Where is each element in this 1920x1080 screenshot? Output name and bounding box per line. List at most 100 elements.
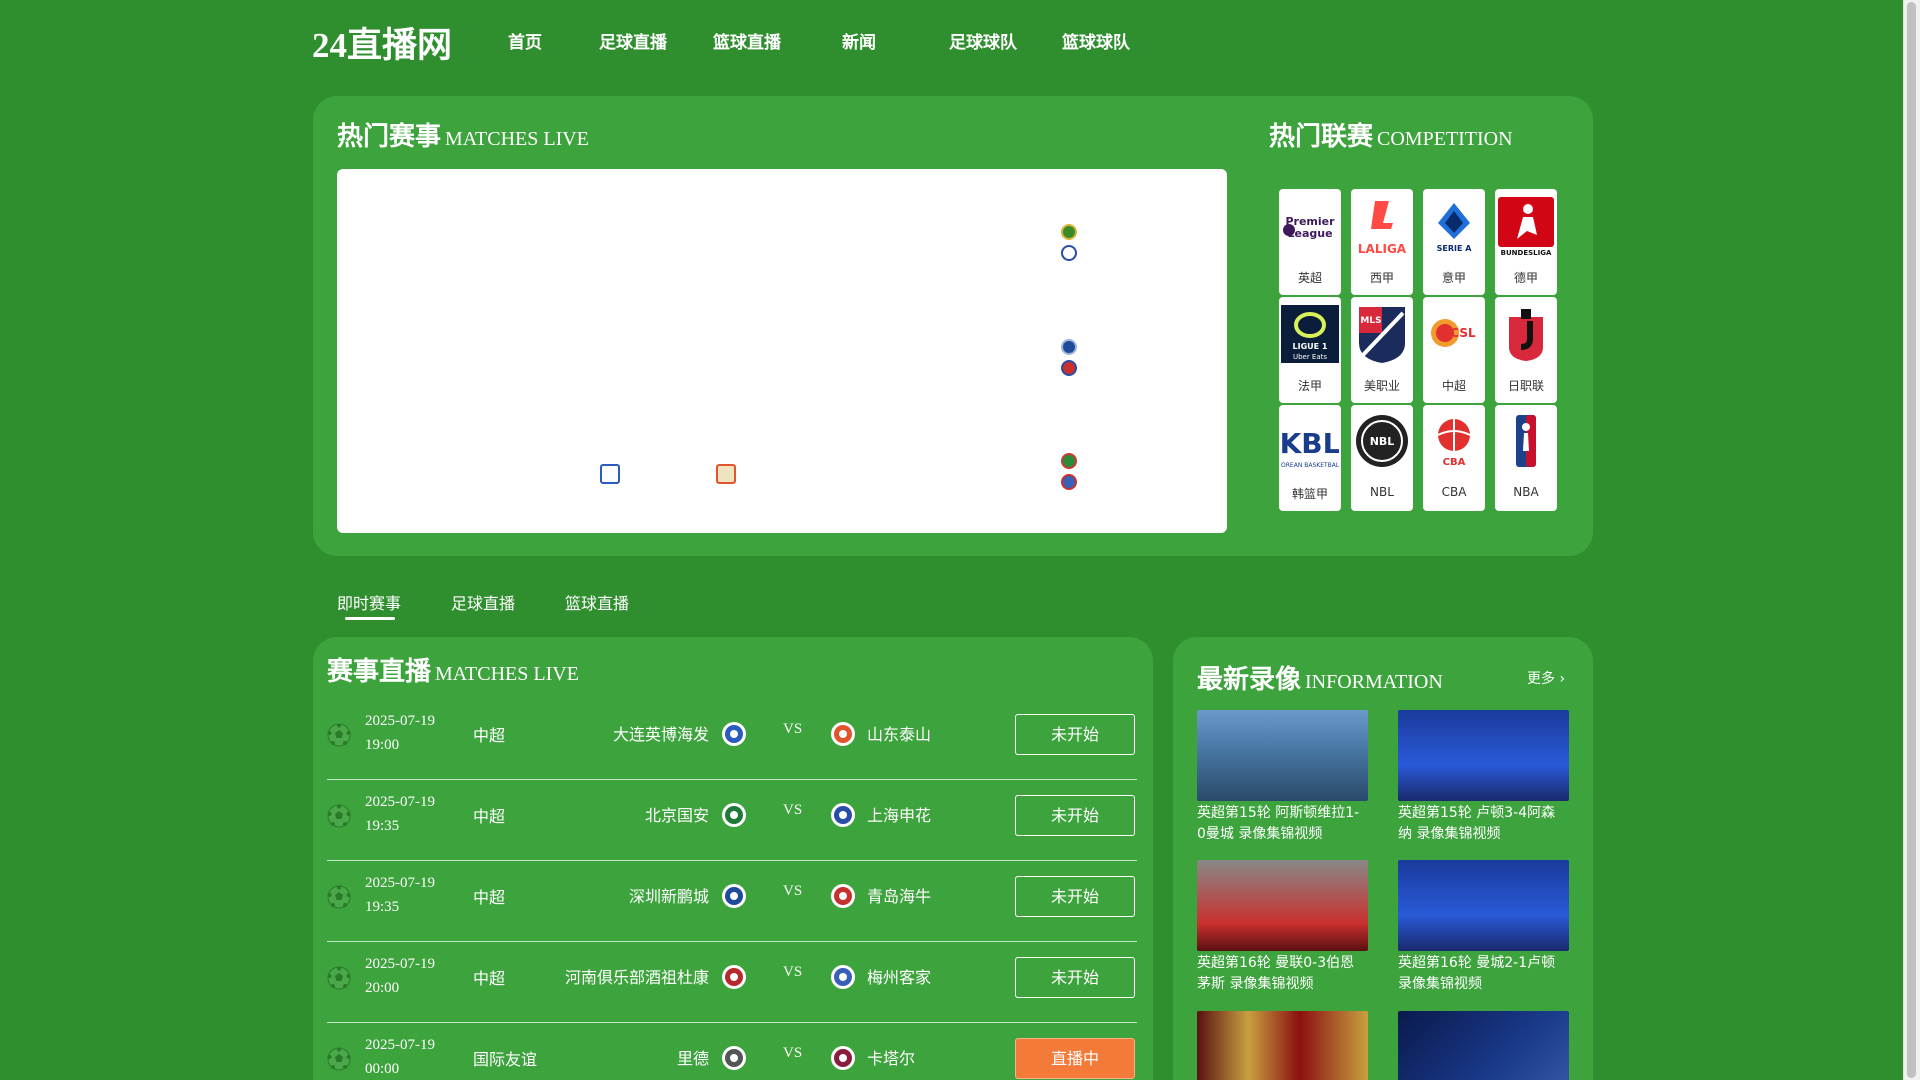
away-team-logo-icon xyxy=(831,884,855,908)
competition-card-bundesliga[interactable]: BUNDESLIGA 德甲 xyxy=(1495,189,1557,295)
replay-card[interactable] xyxy=(1197,1011,1368,1080)
match-datetime: 2025-07-19 00:00 xyxy=(365,1033,435,1080)
match-date: 2025-07-19 xyxy=(365,956,435,972)
nav-item-home[interactable]: 首页 xyxy=(508,28,542,53)
replay-card[interactable]: 英超第16轮 曼联0-3伯恩茅斯 录像集锦视频 xyxy=(1197,860,1368,995)
scrollbar[interactable] xyxy=(1903,0,1920,1080)
away-team-name[interactable]: 山东泰山 xyxy=(867,721,931,745)
vs-label: VS xyxy=(783,883,803,899)
competition-title-cn: 热门联赛 xyxy=(1269,122,1374,151)
team-logo-icon xyxy=(1061,224,1077,240)
match-status-button[interactable]: 未开始 xyxy=(1015,876,1135,917)
competition-card-premier-league[interactable]: Premier League 英超 xyxy=(1279,189,1341,295)
torres-chelsea-thumbnail-icon xyxy=(1398,860,1569,951)
nav-item-basketball-live[interactable]: 篮球直播 xyxy=(713,28,781,53)
tab-football-live[interactable]: 足球直播 xyxy=(451,590,515,614)
nav-item-basketball-teams[interactable]: 篮球球队 xyxy=(1062,28,1130,53)
match-row[interactable]: 2025-07-19 00:00 国际友谊 里德 VS 卡塔尔 直播中 xyxy=(327,1023,1137,1080)
match-date: 2025-07-19 xyxy=(365,794,435,810)
home-team-logo-icon xyxy=(722,722,746,746)
competition-card-nbl[interactable]: NBL NBL xyxy=(1351,405,1413,511)
match-time: 19:35 xyxy=(365,818,400,834)
match-row[interactable]: 2025-07-19 20:00 中超 河南俱乐部酒祖杜康 VS 梅州客家 未开始 xyxy=(327,942,1137,1023)
team-logo-icon xyxy=(716,464,736,484)
home-team-logo-icon xyxy=(722,803,746,827)
cba-logo-icon: CBA xyxy=(1437,419,1471,468)
football-icon xyxy=(327,885,351,909)
man-city-player-thumbnail-icon xyxy=(1197,710,1368,801)
away-team-name[interactable]: 上海申花 xyxy=(867,802,931,826)
match-status-button[interactable]: 未开始 xyxy=(1015,714,1135,755)
nav-item-football-live[interactable]: 足球直播 xyxy=(599,28,667,53)
team-logo-icon xyxy=(1061,453,1077,469)
away-team-name[interactable]: 青岛海牛 xyxy=(867,883,931,907)
tab-basketball-live[interactable]: 篮球直播 xyxy=(565,590,629,614)
serie-a-logo-icon: SERIE A xyxy=(1437,203,1472,253)
team-logo-icon xyxy=(1061,474,1077,490)
competition-card-ligue1[interactable]: LIGUE 1 Uber Eats 法甲 xyxy=(1279,297,1341,403)
match-league: 中超 xyxy=(473,969,506,988)
nbl-logo-icon: NBL xyxy=(1356,415,1408,467)
away-team-name[interactable]: 梅州客家 xyxy=(867,964,931,988)
match-date: 2025-07-19 xyxy=(365,875,435,891)
competition-card-cba[interactable]: CBA CBA xyxy=(1423,405,1485,511)
site-logo[interactable]: 24直播网 xyxy=(312,17,452,68)
competition-card-nba[interactable]: NBA xyxy=(1495,405,1557,511)
home-team-logo-icon xyxy=(722,884,746,908)
competition-card-jleague[interactable]: 日职联 xyxy=(1495,297,1557,403)
match-time: 19:00 xyxy=(365,737,400,753)
home-team-name[interactable]: 里德 xyxy=(529,1045,709,1069)
vs-label: VS xyxy=(783,964,803,980)
home-team-name[interactable]: 大连英博海发 xyxy=(529,721,709,745)
hero-section: 热门赛事 MATCHES LIVE 热门联赛 COMPETITION Premier… xyxy=(313,96,1593,556)
competition-label: CBA xyxy=(1441,485,1467,499)
scrollbar-thumb[interactable] xyxy=(1907,2,1916,1078)
vs-label: VS xyxy=(783,721,803,737)
competition-card-kbl[interactable]: KBL KOREAN BASKETBALL 韩篮甲 xyxy=(1279,405,1341,511)
away-team-name[interactable]: 卡塔尔 xyxy=(867,1045,915,1069)
hot-matches-panel[interactable] xyxy=(337,169,1227,533)
match-league: 中超 xyxy=(473,888,506,907)
laliga-logo-icon: LALIGA xyxy=(1358,201,1407,256)
match-league: 国际友谊 xyxy=(473,1050,538,1069)
match-date: 2025-07-19 xyxy=(365,713,435,729)
replays-title: 最新录像 INFORMATION xyxy=(1197,659,1443,696)
home-team-name[interactable]: 北京国安 xyxy=(529,802,709,826)
match-row[interactable]: 2025-07-19 19:35 中超 北京国安 VS 上海申花 未开始 xyxy=(327,780,1137,861)
nav-item-news[interactable]: 新闻 xyxy=(842,28,876,53)
match-datetime: 2025-07-19 19:35 xyxy=(365,871,435,919)
match-status-button[interactable]: 未开始 xyxy=(1015,795,1135,836)
football-icon xyxy=(327,723,351,747)
tab-live-matches[interactable]: 即时赛事 xyxy=(337,590,401,614)
svg-text:MLS: MLS xyxy=(1360,316,1381,326)
vardy-thumbnail-icon xyxy=(1398,1011,1569,1080)
more-link[interactable]: 更多 › xyxy=(1527,668,1565,688)
replay-title: 英超第16轮 曼城2-1卢顿 录像集锦视频 xyxy=(1398,955,1556,992)
home-team-name[interactable]: 深圳新鹏城 xyxy=(529,883,709,907)
replay-card[interactable]: 英超第15轮 阿斯顿维拉1-0曼城 录像集锦视频 xyxy=(1197,710,1368,845)
competition-card-csl[interactable]: CSL 中超 xyxy=(1423,297,1485,403)
match-datetime: 2025-07-19 19:35 xyxy=(365,790,435,838)
match-tabs: 即时赛事 足球直播 篮球直播 xyxy=(337,590,737,630)
match-status-button[interactable]: 直播中 xyxy=(1015,1038,1135,1079)
competition-card-mls[interactable]: MLS 美职业 xyxy=(1351,297,1413,403)
away-team-logo-icon xyxy=(831,965,855,989)
competition-card-laliga[interactable]: LALIGA 西甲 xyxy=(1351,189,1413,295)
match-status-button[interactable]: 未开始 xyxy=(1015,957,1135,998)
replay-card[interactable]: 英超第16轮 曼城2-1卢顿 录像集锦视频 xyxy=(1398,860,1569,995)
match-league: 中超 xyxy=(473,807,506,826)
competition-card-serie-a[interactable]: SERIE A 意甲 xyxy=(1423,189,1485,295)
replay-title: 英超第15轮 阿斯顿维拉1-0曼城 录像集锦视频 xyxy=(1197,805,1360,842)
match-row[interactable]: 2025-07-19 19:00 中超 大连英博海发 VS 山东泰山 未开始 xyxy=(327,699,1137,780)
bayern-player-thumbnail-icon xyxy=(1197,860,1368,951)
match-row[interactable]: 2025-07-19 19:35 中超 深圳新鹏城 VS 青岛海牛 未开始 xyxy=(327,861,1137,942)
home-team-name[interactable]: 河南俱乐部酒祖杜康 xyxy=(529,964,709,988)
replay-card[interactable] xyxy=(1398,1011,1569,1080)
svg-text:BUNDESLIGA: BUNDESLIGA xyxy=(1501,249,1552,257)
home-team-logo-icon xyxy=(722,965,746,989)
hot-matches-title-en: MATCHES LIVE xyxy=(445,128,589,150)
nav-item-football-teams[interactable]: 足球球队 xyxy=(949,28,1017,53)
away-team-logo-icon xyxy=(831,722,855,746)
replay-card[interactable]: 英超第15轮 卢顿3-4阿森纳 录像集锦视频 xyxy=(1398,710,1569,845)
competition-label: NBA xyxy=(1513,485,1539,499)
